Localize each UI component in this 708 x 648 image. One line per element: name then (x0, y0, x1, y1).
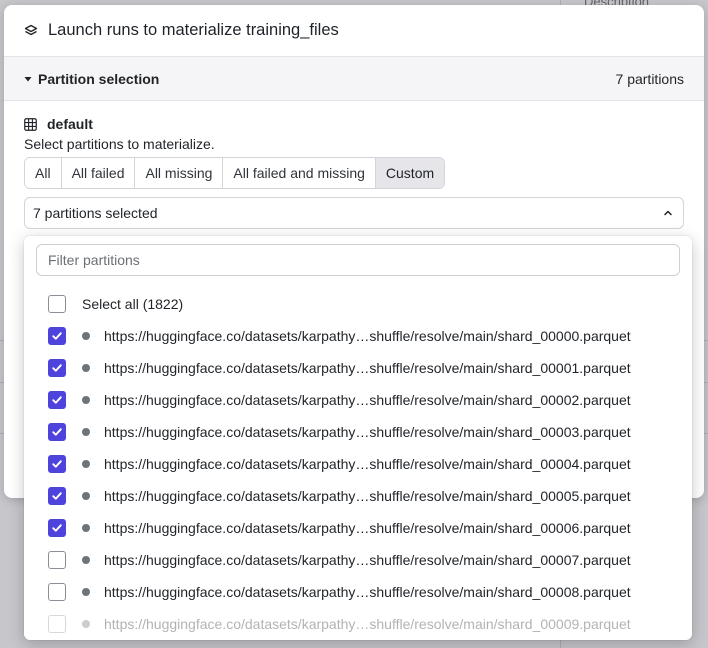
list-item[interactable]: https://huggingface.co/datasets/karpathy… (24, 384, 692, 416)
list-item[interactable]: https://huggingface.co/datasets/karpathy… (24, 320, 692, 352)
partition-checkbox[interactable] (48, 583, 66, 601)
segment-all-failed-and-missing[interactable]: All failed and missing (223, 158, 376, 188)
partition-hint: Select partitions to materialize. (24, 136, 215, 152)
status-dot-icon (82, 364, 90, 372)
partition-checkbox[interactable] (48, 391, 66, 409)
status-dot-icon (82, 556, 90, 564)
status-dot-icon (82, 588, 90, 596)
partition-checkbox[interactable] (48, 487, 66, 505)
status-dot-icon (82, 396, 90, 404)
partition-checkbox[interactable] (48, 615, 66, 633)
caret-down-icon[interactable] (24, 75, 32, 83)
partition-label: https://huggingface.co/datasets/karpathy… (104, 616, 631, 632)
partition-set-label: default (47, 116, 93, 132)
list-item[interactable]: https://huggingface.co/datasets/karpathy… (24, 480, 692, 512)
partition-list: Select all (1822) https://huggingface.co… (24, 288, 692, 640)
status-dot-icon (82, 492, 90, 500)
list-item[interactable]: https://huggingface.co/datasets/karpathy… (24, 576, 692, 608)
segment-all[interactable]: All (25, 158, 62, 188)
partition-selector-value: 7 partitions selected (33, 205, 158, 221)
section-title: Partition selection (38, 70, 160, 87)
status-dot-icon (82, 332, 90, 340)
status-dot-icon (82, 428, 90, 436)
grid-icon (24, 117, 37, 131)
partition-dropdown: Select all (1822) https://huggingface.co… (24, 236, 692, 640)
list-item[interactable]: https://huggingface.co/datasets/karpathy… (24, 544, 692, 576)
partition-selector[interactable]: 7 partitions selected (24, 197, 684, 229)
segment-custom[interactable]: Custom (375, 158, 445, 188)
dialog-title: Launch runs to materialize training_file… (48, 21, 339, 39)
partition-checkbox[interactable] (48, 423, 66, 441)
partition-checkbox[interactable] (48, 359, 66, 377)
select-all-checkbox[interactable] (48, 295, 66, 313)
list-item[interactable]: https://huggingface.co/datasets/karpathy… (24, 416, 692, 448)
partition-mode-segmented-control: All All failed All missing All failed an… (24, 157, 446, 189)
layers-icon (24, 24, 38, 38)
select-all-label: Select all (1822) (82, 296, 184, 312)
status-dot-icon (82, 620, 90, 628)
segment-all-missing[interactable]: All missing (135, 158, 224, 188)
partition-selection-section[interactable]: Partition selection 7 partitions (4, 57, 704, 101)
partition-label: https://huggingface.co/datasets/karpathy… (104, 520, 631, 536)
filter-partitions-input[interactable] (36, 244, 680, 276)
list-item[interactable]: https://huggingface.co/datasets/karpathy… (24, 512, 692, 544)
segment-all-failed[interactable]: All failed (61, 158, 136, 188)
partition-label: https://huggingface.co/datasets/karpathy… (104, 552, 631, 568)
partition-count: 7 partitions (615, 70, 684, 87)
partition-label: https://huggingface.co/datasets/karpathy… (104, 360, 631, 376)
list-item[interactable]: https://huggingface.co/datasets/karpathy… (24, 608, 692, 640)
status-dot-icon (82, 460, 90, 468)
partition-label: https://huggingface.co/datasets/karpathy… (104, 456, 631, 472)
partition-label: https://huggingface.co/datasets/karpathy… (104, 584, 631, 600)
partition-label: https://huggingface.co/datasets/karpathy… (104, 328, 631, 344)
dialog-header: Launch runs to materialize training_file… (4, 5, 704, 57)
status-dot-icon (82, 524, 90, 532)
partition-label: https://huggingface.co/datasets/karpathy… (104, 392, 631, 408)
partition-checkbox[interactable] (48, 455, 66, 473)
list-item[interactable]: https://huggingface.co/datasets/karpathy… (24, 352, 692, 384)
partition-label: https://huggingface.co/datasets/karpathy… (104, 488, 631, 504)
list-item[interactable]: https://huggingface.co/datasets/karpathy… (24, 448, 692, 480)
select-all-row[interactable]: Select all (1822) (24, 288, 692, 320)
partition-label: https://huggingface.co/datasets/karpathy… (104, 424, 631, 440)
partition-checkbox[interactable] (48, 551, 66, 569)
partition-checkbox[interactable] (48, 327, 66, 345)
partition-checkbox[interactable] (48, 519, 66, 537)
chevron-up-icon (663, 208, 673, 218)
